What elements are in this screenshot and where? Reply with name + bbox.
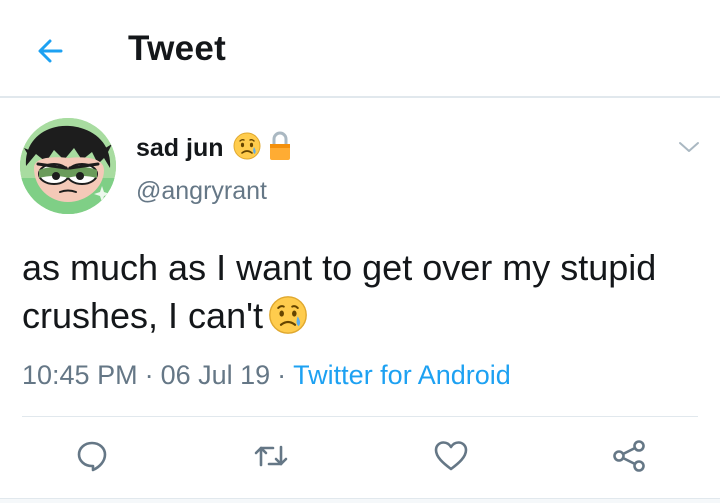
more-options-button[interactable] <box>676 134 702 160</box>
author-name-row[interactable]: sad jun <box>136 131 298 165</box>
bottom-divider <box>0 498 720 503</box>
retweet-button[interactable] <box>249 434 293 478</box>
page-title: Tweet <box>128 29 227 68</box>
sad-but-relieved-face-emoji-icon <box>267 294 309 348</box>
tweet-source-link[interactable]: Twitter for Android <box>293 360 511 390</box>
arrow-left-icon <box>38 39 63 63</box>
tweet-text: as much as I want to get over my stupid … <box>22 244 702 348</box>
retweet-icon <box>254 445 288 467</box>
reply-button[interactable] <box>70 434 114 478</box>
reply-icon <box>77 441 107 472</box>
username[interactable]: @angryrant <box>136 177 267 206</box>
share-button[interactable] <box>607 434 651 478</box>
tweet-date: 06 Jul 19 <box>160 360 271 390</box>
avatar[interactable] <box>20 118 116 214</box>
heart-icon <box>434 441 468 471</box>
tweet-time: 10:45 PM <box>22 360 138 390</box>
lock-icon <box>268 130 292 167</box>
share-icon <box>613 440 645 472</box>
like-button[interactable] <box>429 434 473 478</box>
meta-separator: · <box>277 360 287 390</box>
tweet-meta: 10:45 PM · 06 Jul 19 · Twitter for Android <box>22 360 511 391</box>
back-button[interactable] <box>28 29 72 73</box>
display-name[interactable]: sad jun <box>136 134 224 163</box>
sad-but-relieved-face-emoji-icon <box>232 131 262 166</box>
meta-separator: · <box>144 360 154 390</box>
tweet-text-content: as much as I want to get over my stupid … <box>22 247 657 336</box>
divider <box>22 416 698 417</box>
avatar-image <box>20 118 116 214</box>
app-header: Tweet <box>0 0 720 98</box>
chevron-down-icon <box>679 142 699 152</box>
